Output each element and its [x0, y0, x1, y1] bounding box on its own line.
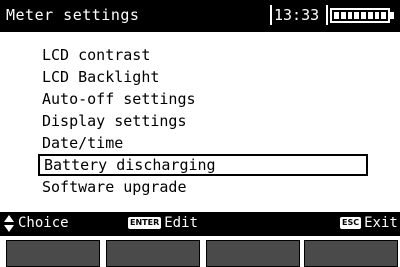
softkey-row: [0, 236, 400, 267]
title-separator: [326, 5, 328, 25]
enter-key-icon: ENTER: [128, 217, 162, 229]
choice-hint: Choice: [18, 215, 69, 231]
menu-item-lcd-contrast[interactable]: LCD contrast: [38, 44, 368, 66]
menu-item-display-settings[interactable]: Display settings: [38, 110, 368, 132]
menu-item-software-upgrade[interactable]: Software upgrade: [38, 176, 368, 198]
meter-settings-screen: Meter settings 13:33 LCD contrast LCD Ba…: [0, 0, 400, 267]
battery-cell: [361, 12, 366, 19]
menu-item-auto-off-settings[interactable]: Auto-off settings: [38, 88, 368, 110]
esc-key-icon: ESC: [340, 217, 362, 229]
title-separator: [270, 5, 272, 25]
softkey-3[interactable]: [206, 240, 300, 267]
menu-item-battery-discharging[interactable]: Battery discharging: [38, 154, 368, 176]
battery-icon: [330, 8, 390, 23]
battery-cell: [354, 12, 359, 19]
battery-cell: [347, 12, 353, 19]
title-bar: Meter settings 13:33: [0, 0, 400, 32]
clock-time: 13:33: [274, 6, 320, 24]
edit-hint: ENTER Edit: [128, 215, 198, 231]
menu-item-date-time[interactable]: Date/time: [38, 132, 368, 154]
exit-hint-label: Exit: [364, 215, 398, 231]
battery-cell: [340, 12, 346, 19]
battery-cell: [374, 12, 380, 19]
softkey-4[interactable]: [304, 240, 398, 267]
up-down-arrows-icon: [4, 215, 14, 233]
battery-cell: [334, 12, 339, 19]
battery-tip: [390, 12, 394, 19]
edit-hint-label: Edit: [164, 215, 198, 231]
battery-cell: [367, 12, 373, 19]
softkey-1[interactable]: [6, 240, 100, 267]
menu-item-lcd-backlight[interactable]: LCD Backlight: [38, 66, 368, 88]
exit-hint: ESC Exit: [340, 215, 398, 231]
battery-cell: [381, 12, 386, 19]
hint-bar: Choice ENTER Edit ESC Exit: [0, 212, 400, 236]
softkey-2[interactable]: [106, 240, 200, 267]
page-title: Meter settings: [6, 6, 140, 24]
